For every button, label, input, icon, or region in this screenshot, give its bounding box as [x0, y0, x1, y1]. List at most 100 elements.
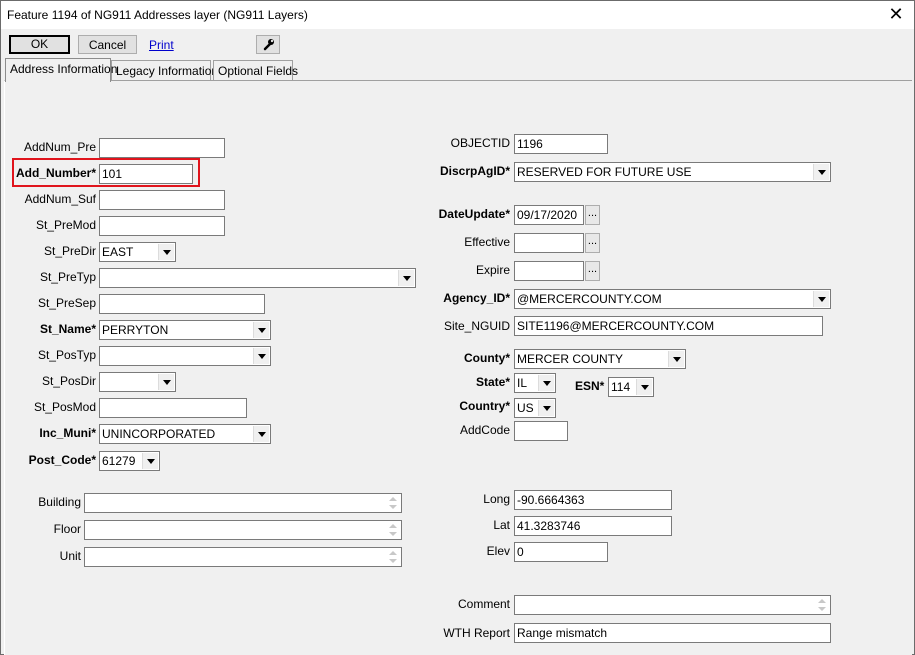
- addnum-suf-field[interactable]: [99, 190, 225, 210]
- county-value: MERCER COUNTY: [517, 352, 624, 366]
- comment-field[interactable]: [514, 595, 831, 615]
- st-presep-label: St_PreSep: [37, 296, 96, 310]
- unit-field[interactable]: [84, 547, 402, 567]
- chevron-down-icon[interactable]: [813, 291, 829, 307]
- st-pretyp-label: St_PreTyp: [39, 270, 96, 284]
- dateupdate-label: DateUpdate*: [438, 207, 510, 221]
- inc-muni-label: Inc_Muni*: [39, 426, 96, 440]
- expire-picker-button[interactable]: ...: [585, 261, 600, 281]
- spin-icon[interactable]: [386, 522, 400, 538]
- comment-label: Comment: [457, 597, 510, 611]
- tab-legacy-information[interactable]: Legacy Information: [111, 60, 218, 80]
- tab-address-information[interactable]: Address Information: [5, 58, 117, 82]
- objectid-label: OBJECTID: [450, 136, 510, 150]
- tab-optional-fields[interactable]: Optional Fields: [213, 60, 298, 80]
- dateupdate-field[interactable]: 09/17/2020: [514, 205, 584, 225]
- close-icon[interactable]: ✕: [886, 4, 906, 24]
- building-label: Building: [38, 495, 81, 509]
- addcode-label: AddCode: [459, 423, 510, 437]
- esn-dropdown[interactable]: 114: [608, 377, 654, 397]
- wth-report-label: WTH Report: [443, 626, 510, 640]
- print-link[interactable]: Print: [149, 38, 174, 52]
- st-posmod-label: St_PosMod: [33, 400, 96, 414]
- expire-field[interactable]: [514, 261, 584, 281]
- title-bar: Feature 1194 of NG911 Addresses layer (N…: [1, 1, 914, 29]
- discrpagid-label: DiscrpAgID*: [439, 164, 510, 178]
- inc-muni-dropdown[interactable]: UNINCORPORATED: [99, 424, 271, 444]
- state-dropdown[interactable]: IL: [514, 373, 556, 393]
- chevron-down-icon[interactable]: [158, 244, 174, 260]
- chevron-down-icon[interactable]: [668, 351, 684, 367]
- chevron-down-icon[interactable]: [636, 379, 652, 395]
- effective-label: Effective: [464, 235, 510, 249]
- spin-icon[interactable]: [815, 597, 829, 613]
- st-name-dropdown[interactable]: PERRYTON: [99, 320, 271, 340]
- chevron-down-icon[interactable]: [253, 322, 269, 338]
- st-postyp-dropdown[interactable]: [99, 346, 271, 366]
- effective-field[interactable]: [514, 233, 584, 253]
- country-value: US: [517, 401, 534, 415]
- st-presep-field[interactable]: [99, 294, 265, 314]
- add-number-label: Add_Number*: [15, 166, 96, 180]
- wrench-icon: [263, 39, 274, 51]
- addcode-field[interactable]: [514, 421, 568, 441]
- st-posmod-field[interactable]: [99, 398, 247, 418]
- wth-report-field[interactable]: Range mismatch: [514, 623, 831, 643]
- esn-label: ESN*: [575, 379, 605, 393]
- st-predir-value: EAST: [102, 245, 134, 259]
- elev-label: Elev: [486, 544, 510, 558]
- spin-icon[interactable]: [386, 495, 400, 511]
- lat-label: Lat: [493, 518, 510, 532]
- st-name-value: PERRYTON: [102, 323, 169, 337]
- spin-icon[interactable]: [386, 549, 400, 565]
- state-value: IL: [517, 376, 528, 390]
- tools-button[interactable]: [256, 35, 280, 54]
- chevron-down-icon[interactable]: [253, 426, 269, 442]
- chevron-down-icon[interactable]: [142, 453, 158, 469]
- dateupdate-picker-button[interactable]: ...: [585, 205, 600, 225]
- st-predir-label: St_PreDir: [43, 244, 96, 258]
- discrpagid-value: RESERVED FOR FUTURE USE: [517, 165, 692, 179]
- addnum-suf-label: AddNum_Suf: [24, 192, 96, 206]
- window-title: Feature 1194 of NG911 Addresses layer (N…: [7, 8, 308, 22]
- county-dropdown[interactable]: MERCER COUNTY: [514, 349, 686, 369]
- long-field[interactable]: -90.6664363: [514, 490, 672, 510]
- site-nguid-label: Site_NGUID: [443, 319, 510, 333]
- floor-label: Floor: [53, 522, 81, 536]
- post-code-label: Post_Code*: [28, 453, 96, 467]
- st-premod-field[interactable]: [99, 216, 225, 236]
- objectid-field[interactable]: 1196: [514, 134, 608, 154]
- discrpagid-dropdown[interactable]: RESERVED FOR FUTURE USE: [514, 162, 831, 182]
- chevron-down-icon[interactable]: [538, 400, 554, 416]
- ok-button[interactable]: OK: [9, 35, 70, 54]
- post-code-value: 61279: [102, 454, 136, 468]
- agency-id-label: Agency_ID*: [443, 291, 510, 305]
- building-field[interactable]: [84, 493, 402, 513]
- floor-field[interactable]: [84, 520, 402, 540]
- esn-value: 114: [611, 380, 631, 394]
- st-name-label: St_Name*: [39, 322, 96, 336]
- long-label: Long: [483, 492, 510, 506]
- effective-picker-button[interactable]: ...: [585, 233, 600, 253]
- chevron-down-icon[interactable]: [253, 348, 269, 364]
- addnum-pre-field[interactable]: [99, 138, 225, 158]
- chevron-down-icon[interactable]: [813, 164, 829, 180]
- lat-field[interactable]: 41.3283746: [514, 516, 672, 536]
- country-dropdown[interactable]: US: [514, 398, 556, 418]
- post-code-dropdown[interactable]: 61279: [99, 451, 160, 471]
- chevron-down-icon[interactable]: [538, 375, 554, 391]
- elev-field[interactable]: 0: [514, 542, 608, 562]
- add-number-field[interactable]: 101: [99, 164, 193, 184]
- cancel-button[interactable]: Cancel: [78, 35, 137, 54]
- st-pretyp-dropdown[interactable]: [99, 268, 416, 288]
- site-nguid-field[interactable]: SITE1196@MERCERCOUNTY.COM: [514, 316, 823, 336]
- st-posdir-dropdown[interactable]: [99, 372, 176, 392]
- st-posdir-label: St_PosDir: [41, 374, 96, 388]
- agency-id-value: @MERCERCOUNTY.COM: [517, 292, 662, 306]
- st-predir-dropdown[interactable]: EAST: [99, 242, 176, 262]
- agency-id-dropdown[interactable]: @MERCERCOUNTY.COM: [514, 289, 831, 309]
- inc-muni-value: UNINCORPORATED: [102, 427, 216, 441]
- unit-label: Unit: [59, 549, 81, 563]
- chevron-down-icon[interactable]: [398, 270, 414, 286]
- chevron-down-icon[interactable]: [158, 374, 174, 390]
